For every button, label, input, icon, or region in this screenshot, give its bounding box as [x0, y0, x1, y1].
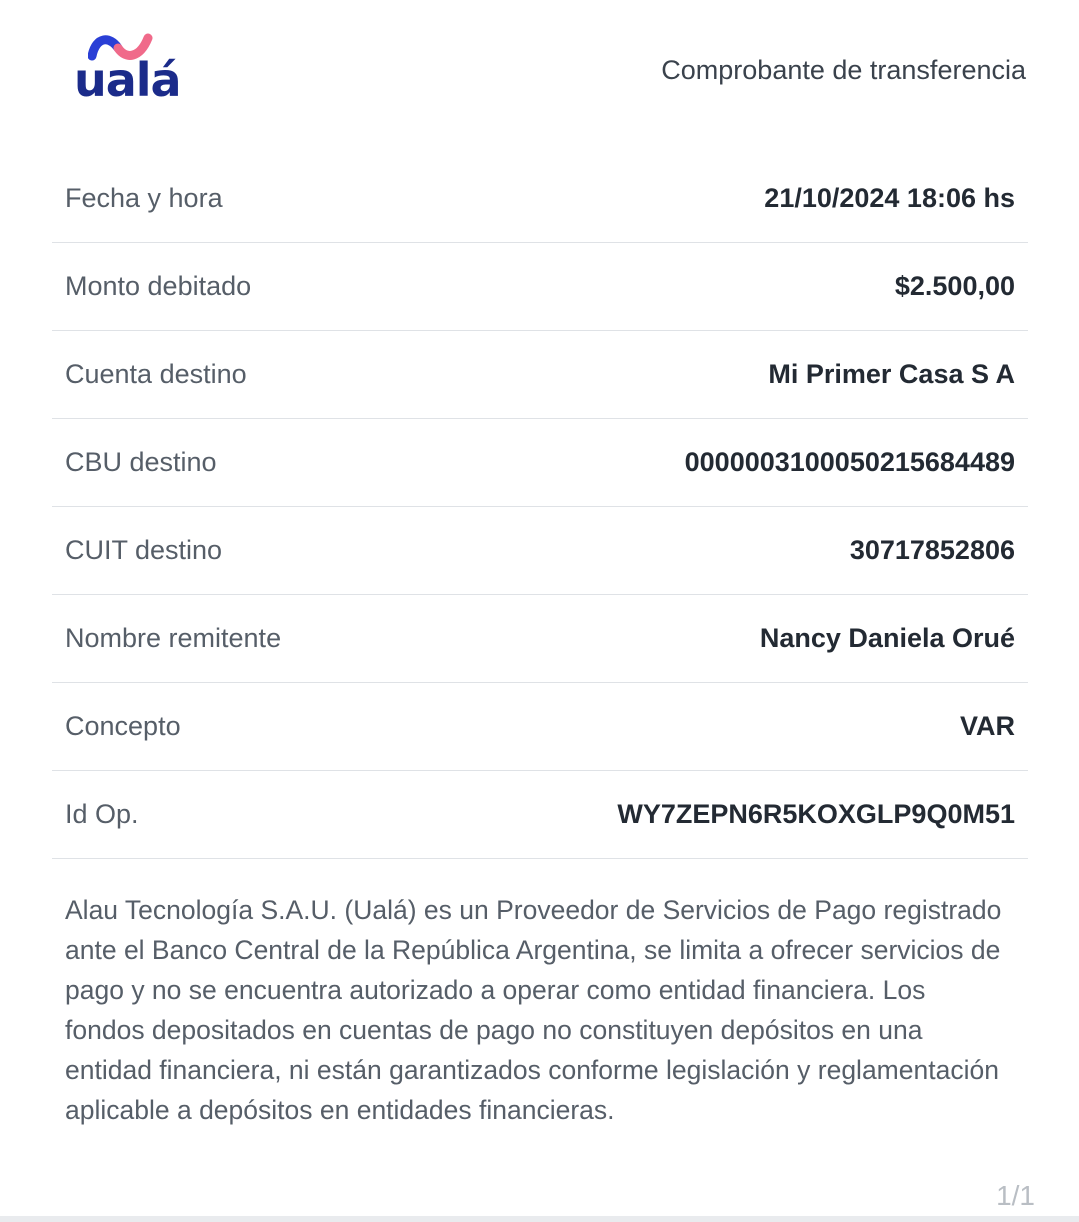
detail-value: Mi Primer Casa S A — [768, 359, 1015, 389]
detail-row-id-op: Id Op. WY7ZEPN6R5KOXGLP9Q0M51 — [52, 771, 1028, 859]
detail-value: Nancy Daniela Orué — [759, 623, 1015, 653]
legal-disclaimer: Alau Tecnología S.A.U. (Ualá) es un Prov… — [65, 895, 1002, 1125]
detail-label: Nombre remitente — [65, 623, 282, 653]
detail-value: VAR — [959, 711, 1015, 741]
detail-value: WY7ZEPN6R5KOXGLP9Q0M51 — [617, 799, 1015, 829]
detail-label: Concepto — [65, 711, 181, 741]
detail-row-remitente: Nombre remitente Nancy Daniela Orué — [52, 595, 1028, 683]
detail-row-concepto: Concepto VAR — [52, 683, 1028, 771]
detail-row-cbu: CBU destino 0000003100050215684489 — [52, 419, 1028, 507]
logo-wordmark: ualá — [74, 53, 182, 107]
detail-value: $2.500,00 — [894, 271, 1015, 301]
detail-value: 21/10/2024 18:06 hs — [764, 183, 1015, 213]
detail-label: CUIT destino — [65, 535, 223, 565]
transfer-details: Fecha y hora 21/10/2024 18:06 hs Monto d… — [52, 155, 1028, 859]
bottom-divider — [0, 1216, 1079, 1222]
uala-logo: ualá — [74, 30, 182, 108]
detail-row-cuit: CUIT destino 30717852806 — [52, 507, 1028, 595]
detail-value: 0000003100050215684489 — [684, 447, 1015, 477]
detail-row-monto: Monto debitado $2.500,00 — [52, 243, 1028, 331]
document-title: Comprobante de transferencia — [661, 55, 1026, 85]
detail-value: 30717852806 — [849, 535, 1015, 565]
detail-label: Id Op. — [65, 799, 139, 829]
detail-row-cuenta: Cuenta destino Mi Primer Casa S A — [52, 331, 1028, 419]
detail-label: Fecha y hora — [65, 183, 223, 213]
receipt-header: ualá Comprobante de transferencia — [0, 0, 1079, 140]
page-indicator: 1/1 — [996, 1180, 1035, 1211]
detail-label: Cuenta destino — [65, 359, 247, 389]
detail-label: Monto debitado — [65, 271, 252, 301]
detail-row-fecha: Fecha y hora 21/10/2024 18:06 hs — [52, 155, 1028, 243]
detail-label: CBU destino — [65, 447, 217, 477]
